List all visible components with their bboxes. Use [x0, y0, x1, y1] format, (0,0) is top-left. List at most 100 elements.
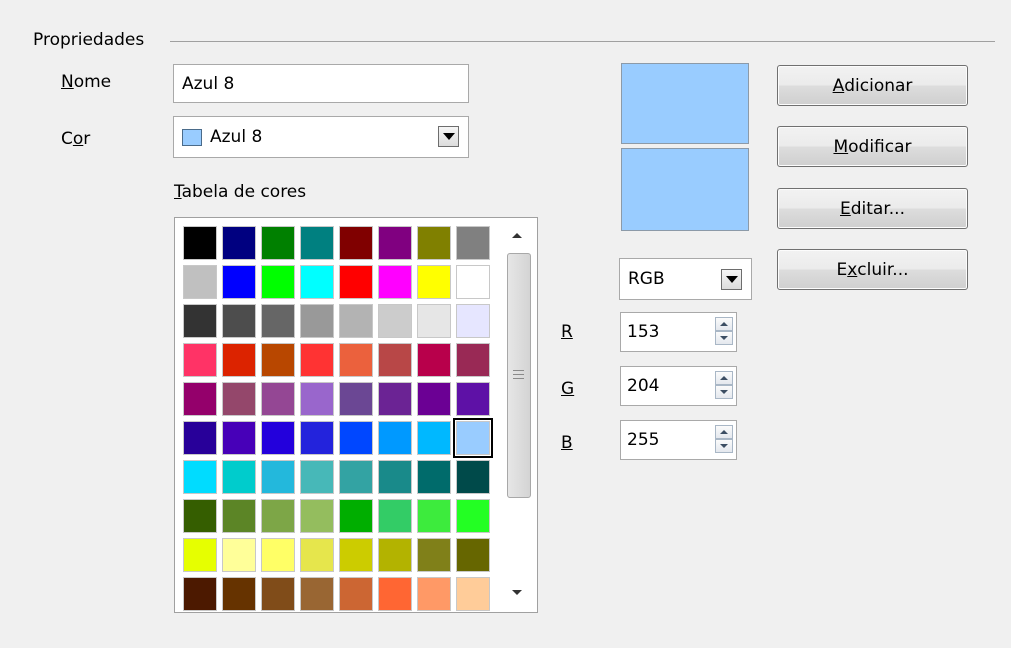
color-cell[interactable] — [261, 499, 295, 533]
color-cell[interactable] — [261, 421, 295, 455]
scroll-down-icon[interactable] — [512, 590, 522, 595]
color-cell[interactable] — [261, 382, 295, 416]
color-cell[interactable] — [222, 304, 256, 338]
color-cell[interactable] — [339, 538, 373, 572]
color-cell[interactable] — [300, 265, 334, 299]
name-input[interactable]: Azul 8 — [173, 64, 469, 103]
color-cell[interactable] — [339, 304, 373, 338]
color-cell[interactable] — [222, 226, 256, 260]
color-cell[interactable] — [456, 499, 490, 533]
color-cell[interactable] — [222, 577, 256, 611]
color-cell[interactable] — [183, 577, 217, 611]
color-cell[interactable] — [378, 265, 412, 299]
color-cell[interactable] — [417, 460, 451, 494]
color-cell[interactable] — [183, 460, 217, 494]
color-cell[interactable] — [378, 499, 412, 533]
color-cell[interactable] — [339, 226, 373, 260]
color-cell[interactable] — [300, 460, 334, 494]
color-cell[interactable] — [183, 343, 217, 377]
color-cell[interactable] — [417, 382, 451, 416]
color-cell[interactable] — [300, 577, 334, 611]
color-cell[interactable] — [300, 538, 334, 572]
color-cell[interactable] — [222, 538, 256, 572]
color-cell[interactable] — [300, 499, 334, 533]
color-cell[interactable] — [417, 265, 451, 299]
color-cell[interactable] — [456, 265, 490, 299]
color-cell[interactable] — [417, 577, 451, 611]
r-stepper[interactable]: 153 — [620, 312, 737, 352]
color-cell[interactable] — [417, 226, 451, 260]
color-cell[interactable] — [222, 421, 256, 455]
modify-button[interactable]: Modificar — [777, 126, 968, 167]
color-cell[interactable] — [222, 460, 256, 494]
color-cell[interactable] — [261, 226, 295, 260]
color-cell[interactable] — [300, 226, 334, 260]
color-cell[interactable] — [222, 499, 256, 533]
color-cell[interactable] — [417, 421, 451, 455]
color-cell[interactable] — [300, 343, 334, 377]
color-cell[interactable] — [261, 577, 295, 611]
scrollbar-thumb[interactable] — [507, 253, 531, 498]
scroll-up-icon[interactable] — [512, 233, 522, 238]
color-cell[interactable] — [222, 343, 256, 377]
color-cell[interactable] — [300, 382, 334, 416]
color-cell[interactable] — [456, 382, 490, 416]
g-stepper[interactable]: 204 — [620, 366, 737, 406]
color-cell[interactable] — [417, 538, 451, 572]
color-cell[interactable] — [183, 421, 217, 455]
color-dropdown-button[interactable] — [438, 126, 459, 147]
color-cell[interactable] — [222, 265, 256, 299]
b-increment-button[interactable] — [715, 425, 733, 439]
color-cell[interactable] — [339, 343, 373, 377]
color-cell[interactable] — [378, 460, 412, 494]
color-cell[interactable] — [300, 304, 334, 338]
r-decrement-button[interactable] — [715, 331, 733, 345]
color-cell[interactable] — [417, 304, 451, 338]
edit-button[interactable]: Editar... — [777, 188, 968, 229]
color-cell[interactable] — [378, 226, 412, 260]
color-cell[interactable] — [339, 265, 373, 299]
color-cell[interactable] — [183, 265, 217, 299]
r-increment-button[interactable] — [715, 317, 733, 331]
color-cell[interactable] — [183, 499, 217, 533]
color-cell[interactable] — [378, 304, 412, 338]
b-decrement-button[interactable] — [715, 439, 733, 453]
color-cell[interactable] — [261, 304, 295, 338]
g-decrement-button[interactable] — [715, 385, 733, 399]
color-cell[interactable] — [339, 421, 373, 455]
color-cell[interactable] — [456, 538, 490, 572]
color-cell[interactable] — [183, 382, 217, 416]
color-dropdown[interactable]: Azul 8 — [173, 116, 469, 158]
color-cell[interactable] — [417, 343, 451, 377]
color-cell[interactable] — [261, 538, 295, 572]
color-model-button[interactable] — [721, 269, 742, 290]
color-cell[interactable] — [261, 265, 295, 299]
color-cell[interactable] — [378, 343, 412, 377]
color-cell[interactable] — [339, 577, 373, 611]
color-cell[interactable] — [378, 382, 412, 416]
color-cell[interactable] — [378, 421, 412, 455]
color-cell[interactable] — [417, 499, 451, 533]
color-cell[interactable] — [300, 421, 334, 455]
color-cell[interactable] — [339, 382, 373, 416]
color-cell[interactable] — [183, 304, 217, 338]
color-cell[interactable] — [456, 343, 490, 377]
b-stepper[interactable]: 255 — [620, 420, 737, 460]
color-model-dropdown[interactable]: RGB — [619, 258, 752, 300]
color-cell[interactable] — [261, 343, 295, 377]
g-increment-button[interactable] — [715, 371, 733, 385]
color-cell[interactable] — [378, 577, 412, 611]
color-cell[interactable] — [339, 499, 373, 533]
color-cell[interactable] — [456, 226, 490, 260]
color-cell[interactable] — [456, 577, 490, 611]
color-cell[interactable] — [261, 460, 295, 494]
color-cell[interactable] — [378, 538, 412, 572]
color-cell[interactable] — [222, 382, 256, 416]
color-cell[interactable] — [456, 460, 490, 494]
color-cell[interactable] — [339, 460, 373, 494]
color-cell[interactable] — [453, 418, 493, 458]
color-cell[interactable] — [456, 304, 490, 338]
color-table[interactable] — [174, 217, 538, 613]
add-button[interactable]: Adicionar — [777, 65, 968, 106]
color-cell[interactable] — [183, 538, 217, 572]
